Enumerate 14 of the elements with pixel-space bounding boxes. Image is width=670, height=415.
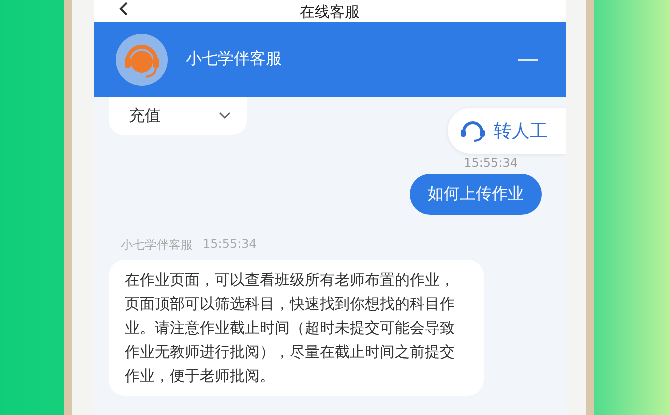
category-dropdown[interactable]: 充值 — [109, 97, 247, 135]
sent-message: 如何上传作业 — [410, 174, 542, 215]
sender-name: 小七学伴客服 — [121, 237, 193, 254]
chevron-down-icon — [219, 112, 231, 120]
back-icon[interactable] — [118, 2, 130, 16]
minimize-icon[interactable] — [518, 58, 538, 60]
message-time: 15:55:34 — [464, 156, 518, 170]
window-title: 在线客服 — [300, 2, 360, 22]
agent-name: 小七学伴客服 — [186, 49, 283, 70]
headset-icon — [460, 119, 486, 143]
transfer-to-agent-button[interactable]: 转人工 — [448, 108, 566, 154]
received-message: 在作业页面，可以查看班级所有老师布置的作业，页面顶部可以筛选科目，快速找到你想找的科目作业。请注意作业截止时间（超时未提交可能会导致作业无教师进行批阅），尽量在截止时间之前提交作业，便于老师批阅。 — [109, 260, 484, 396]
message-time: 15:55:34 — [203, 237, 257, 253]
agent-avatar-icon — [116, 34, 168, 86]
